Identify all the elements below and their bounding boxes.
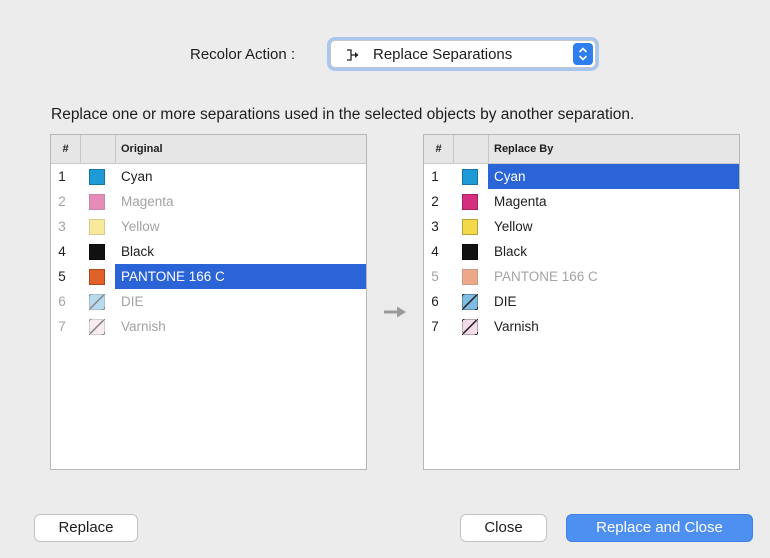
separation-name: Varnish — [494, 319, 539, 334]
original-table[interactable]: # Original 1 Cyan 2 Magenta 3 Yellow 4 Black 5 PA… — [50, 134, 367, 470]
recolor-action-label: Recolor Action : — [190, 46, 296, 63]
separation-name: Cyan — [488, 164, 739, 189]
separation-name: PANTONE 166 C — [115, 264, 366, 289]
table-row[interactable]: 5 PANTONE 166 C — [424, 264, 739, 289]
column-header-replace-by: Replace By — [494, 143, 554, 155]
color-swatch — [89, 269, 105, 285]
row-number: 4 — [431, 244, 439, 259]
row-number: 6 — [431, 294, 439, 309]
color-swatch — [89, 219, 105, 235]
separation-name: Yellow — [121, 219, 160, 234]
separation-name: Yellow — [494, 219, 533, 234]
recolor-action-row: Recolor Action : Replace Separations — [0, 40, 770, 70]
color-swatch — [462, 294, 478, 310]
table-row[interactable]: 6 DIE — [424, 289, 739, 314]
table-row[interactable]: 3 Yellow — [51, 214, 366, 239]
table-row[interactable]: 6 DIE — [51, 289, 366, 314]
row-number: 5 — [431, 269, 439, 284]
row-number: 5 — [58, 269, 66, 284]
separation-name: Black — [494, 244, 528, 259]
color-swatch — [89, 169, 105, 185]
column-header-original: Original — [121, 143, 163, 155]
color-swatch — [462, 269, 478, 285]
replace-by-table[interactable]: # Replace By 1 Cyan 2 Magenta 3 Yellow 4 Black 5… — [423, 134, 740, 470]
table-row[interactable]: 1 Cyan — [424, 164, 739, 189]
color-swatch — [462, 244, 478, 260]
row-number: 4 — [58, 244, 66, 259]
color-swatch — [462, 219, 478, 235]
recolor-action-popup[interactable]: Replace Separations — [330, 40, 596, 68]
row-number: 7 — [58, 319, 66, 334]
row-number: 6 — [58, 294, 66, 309]
table-row[interactable]: 4 Black — [424, 239, 739, 264]
table-row[interactable]: 4 Black — [51, 239, 366, 264]
chevron-updown-icon[interactable] — [573, 43, 593, 65]
row-number: 3 — [431, 219, 439, 234]
column-header-swatch — [81, 135, 116, 163]
color-swatch — [462, 194, 478, 210]
color-swatch — [89, 294, 105, 310]
table-header: # Replace By — [424, 135, 739, 164]
separation-name: Varnish — [121, 319, 166, 334]
column-header-number: # — [51, 135, 81, 163]
color-swatch — [462, 319, 478, 335]
table-row[interactable]: 2 Magenta — [424, 189, 739, 214]
color-swatch — [462, 169, 478, 185]
table-row[interactable]: 3 Yellow — [424, 214, 739, 239]
close-button[interactable]: Close — [460, 514, 547, 542]
right-arrow-icon — [383, 305, 407, 318]
replace-icon — [345, 47, 361, 63]
separation-name: Cyan — [121, 169, 153, 184]
color-swatch — [89, 194, 105, 210]
row-number: 1 — [58, 169, 66, 184]
description-text: Replace one or more separations used in … — [51, 106, 635, 123]
separation-name: DIE — [494, 294, 517, 309]
separation-name: DIE — [121, 294, 144, 309]
separation-name: Black — [121, 244, 155, 259]
row-number: 2 — [58, 194, 66, 209]
column-header-number: # — [424, 135, 454, 163]
replace-by-table-body: 1 Cyan 2 Magenta 3 Yellow 4 Black 5 PANTONE 166 C… — [424, 164, 739, 339]
replace-button[interactable]: Replace — [34, 514, 138, 542]
separation-name: Magenta — [494, 194, 547, 209]
table-row[interactable]: 2 Magenta — [51, 189, 366, 214]
row-number: 2 — [431, 194, 439, 209]
row-number: 1 — [431, 169, 439, 184]
separation-name: Magenta — [121, 194, 174, 209]
color-swatch — [89, 244, 105, 260]
original-table-body: 1 Cyan 2 Magenta 3 Yellow 4 Black 5 PANTONE 166 C… — [51, 164, 366, 339]
row-number: 7 — [431, 319, 439, 334]
table-header: # Original — [51, 135, 366, 164]
table-row[interactable]: 7 Varnish — [51, 314, 366, 339]
recolor-action-value: Replace Separations — [373, 46, 513, 63]
separation-name: PANTONE 166 C — [494, 269, 598, 284]
replace-and-close-button[interactable]: Replace and Close — [566, 514, 753, 542]
column-header-swatch — [454, 135, 489, 163]
table-row[interactable]: 1 Cyan — [51, 164, 366, 189]
color-swatch — [89, 319, 105, 335]
table-row[interactable]: 5 PANTONE 166 C — [51, 264, 366, 289]
table-row[interactable]: 7 Varnish — [424, 314, 739, 339]
row-number: 3 — [58, 219, 66, 234]
